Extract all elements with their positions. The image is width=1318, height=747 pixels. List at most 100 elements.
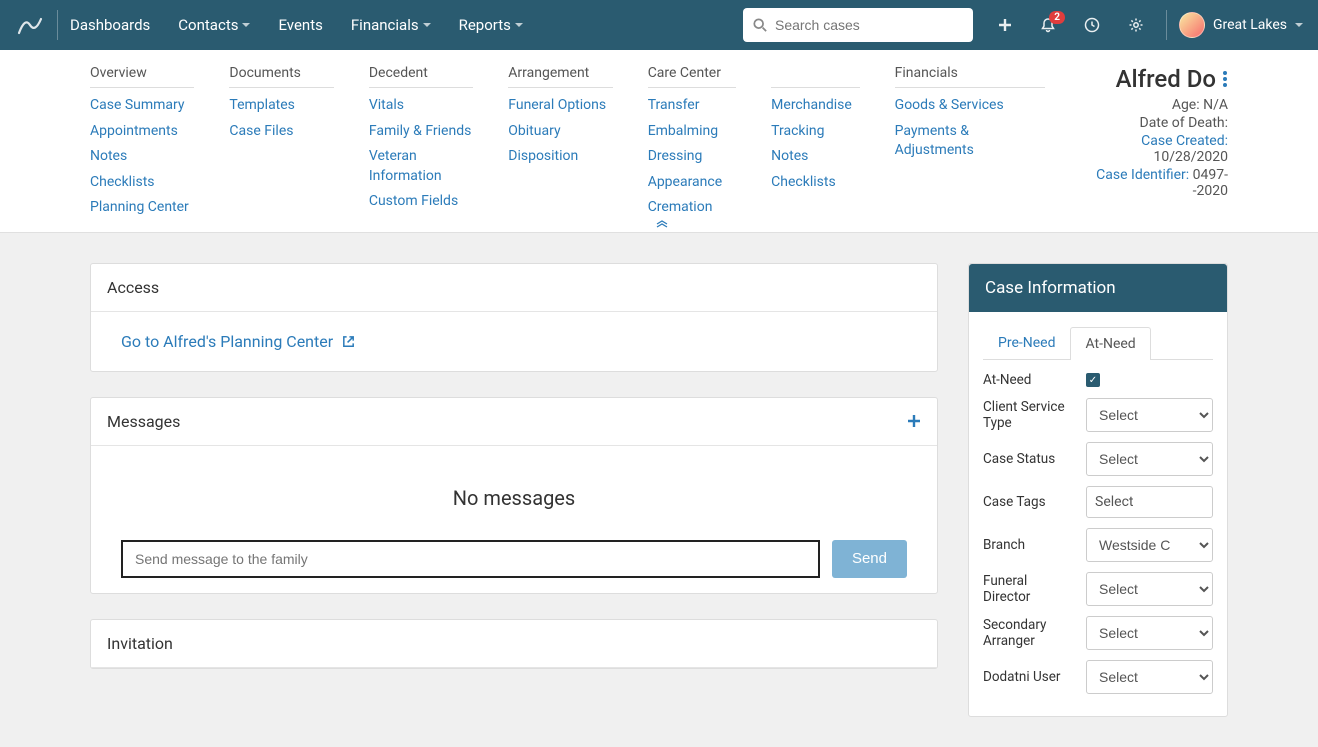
link-merchandise[interactable]: Merchandise xyxy=(771,96,859,116)
link-funeral-options[interactable]: Funeral Options xyxy=(508,96,612,116)
invitation-panel: Invitation xyxy=(90,619,938,669)
history-button[interactable] xyxy=(1084,17,1100,33)
subnav-heading: Documents xyxy=(229,65,333,88)
sidebar-heading: Case Information xyxy=(969,264,1227,312)
link-vitals[interactable]: Vitals xyxy=(369,96,473,116)
notification-badge: 2 xyxy=(1049,11,1065,24)
nav-dashboards[interactable]: Dashboards xyxy=(70,16,150,34)
subnav-col-care-center: Care Center Transfer Embalming Dressing … xyxy=(648,65,736,224)
messages-panel: Messages No messages Send xyxy=(90,397,938,594)
tab-at-need[interactable]: At-Need xyxy=(1070,327,1150,360)
field-client-service-type: Client Service Type Select xyxy=(983,398,1213,432)
link-notes[interactable]: Notes xyxy=(90,147,194,167)
field-branch: Branch Westside C xyxy=(983,528,1213,562)
field-at-need: At-Need ✓ xyxy=(983,372,1213,388)
case-information-sidebar: Case Information Pre-Need At-Need At-Nee… xyxy=(968,263,1228,717)
link-embalming[interactable]: Embalming xyxy=(648,122,736,142)
double-chevron-up-icon xyxy=(656,220,668,228)
avatar xyxy=(1179,12,1205,38)
nav-contacts[interactable]: Contacts xyxy=(178,16,250,34)
link-disposition[interactable]: Disposition xyxy=(508,147,612,167)
subnav-heading xyxy=(771,65,859,88)
link-planning-center[interactable]: Planning Center xyxy=(90,198,194,218)
link-transfer[interactable]: Transfer xyxy=(648,96,736,116)
send-button[interactable]: Send xyxy=(832,540,907,578)
nav-events[interactable]: Events xyxy=(278,16,322,34)
link-appearance[interactable]: Appearance xyxy=(648,173,736,193)
subnav-col-arrangement: Arrangement Funeral Options Obituary Dis… xyxy=(508,65,612,224)
search-container[interactable] xyxy=(743,8,973,42)
chevron-down-icon xyxy=(1295,23,1303,27)
at-need-checkbox[interactable]: ✓ xyxy=(1086,373,1100,387)
nav-reports[interactable]: Reports xyxy=(459,16,523,34)
planning-center-link[interactable]: Go to Alfred's Planning Center xyxy=(121,332,356,351)
user-menu[interactable]: Great Lakes xyxy=(1179,12,1303,38)
settings-button[interactable] xyxy=(1128,17,1144,33)
add-message-button[interactable] xyxy=(907,414,921,428)
link-tracking[interactable]: Tracking xyxy=(771,122,859,142)
field-dodatni-user: Dodatni User Select xyxy=(983,660,1213,694)
clock-icon xyxy=(1084,17,1100,33)
link-obituary[interactable]: Obituary xyxy=(508,122,612,142)
search-icon xyxy=(753,18,767,32)
more-vertical-icon[interactable] xyxy=(1222,70,1228,88)
link-case-files[interactable]: Case Files xyxy=(229,122,333,142)
plus-icon xyxy=(998,18,1012,32)
subnav-heading: Decedent xyxy=(369,65,473,88)
client-service-type-select[interactable]: Select xyxy=(1086,398,1213,432)
case-dod-row: Date of Death: xyxy=(1080,115,1228,131)
divider xyxy=(57,10,58,40)
subnav-col-overview: Overview Case Summary Appointments Notes… xyxy=(90,65,194,224)
link-checklists[interactable]: Checklists xyxy=(90,173,194,193)
link-payments-adjustments[interactable]: Payments & Adjustments xyxy=(895,122,1045,161)
message-compose-row: Send xyxy=(111,540,917,593)
no-messages-text: No messages xyxy=(111,466,917,540)
link-custom-fields[interactable]: Custom Fields xyxy=(369,192,473,212)
main-left-column: Access Go to Alfred's Planning Center Me… xyxy=(90,263,938,694)
dodatni-user-select[interactable]: Select xyxy=(1086,660,1213,694)
field-funeral-director: Funeral Director Select xyxy=(983,572,1213,606)
main-area: Access Go to Alfred's Planning Center Me… xyxy=(0,233,1318,747)
link-veteran-information[interactable]: Veteran Information xyxy=(369,147,473,186)
divider xyxy=(1166,10,1167,40)
subnav-col-financials: Financials Goods & Services Payments & A… xyxy=(895,65,1045,224)
link-case-summary[interactable]: Case Summary xyxy=(90,96,194,116)
link-notes-cc[interactable]: Notes xyxy=(771,147,859,167)
search-input[interactable] xyxy=(775,17,963,33)
external-link-icon xyxy=(341,334,356,349)
nav-financials[interactable]: Financials xyxy=(351,16,431,34)
field-secondary-arranger: Secondary Arranger Select xyxy=(983,616,1213,650)
notifications-button[interactable]: 2 xyxy=(1040,17,1056,33)
subnav-col-care-center-2: Merchandise Tracking Notes Checklists xyxy=(771,65,859,224)
message-input[interactable] xyxy=(121,540,820,578)
case-header-info: Alfred Do Age: N/A Date of Death: Case C… xyxy=(1080,65,1228,224)
tab-pre-need[interactable]: Pre-Need xyxy=(983,326,1070,359)
add-button[interactable] xyxy=(998,18,1012,32)
subnav-heading: Overview xyxy=(90,65,194,88)
link-templates[interactable]: Templates xyxy=(229,96,333,116)
plus-icon xyxy=(907,414,921,428)
link-goods-services[interactable]: Goods & Services xyxy=(895,96,1045,116)
chevron-down-icon xyxy=(515,23,523,27)
case-tags-input[interactable]: Select xyxy=(1086,486,1213,518)
link-dressing[interactable]: Dressing xyxy=(648,147,736,167)
invitation-panel-heading: Invitation xyxy=(91,620,937,668)
subnav-heading: Arrangement xyxy=(508,65,612,88)
app-logo-icon[interactable] xyxy=(15,10,45,40)
link-appointments[interactable]: Appointments xyxy=(90,122,194,142)
link-checklists-cc[interactable]: Checklists xyxy=(771,173,859,193)
case-status-select[interactable]: Select xyxy=(1086,442,1213,476)
branch-select[interactable]: Westside C xyxy=(1086,528,1213,562)
chevron-down-icon xyxy=(423,23,431,27)
funeral-director-select[interactable]: Select xyxy=(1086,572,1213,606)
sidebar-form: At-Need ✓ Client Service Type Select Cas… xyxy=(969,360,1227,716)
collapse-subnav-button[interactable] xyxy=(656,220,668,228)
case-age-row: Age: N/A xyxy=(1080,97,1228,113)
link-family-friends[interactable]: Family & Friends xyxy=(369,122,473,142)
gear-icon xyxy=(1128,17,1144,33)
link-cremation[interactable]: Cremation xyxy=(648,198,736,218)
chevron-down-icon xyxy=(242,23,250,27)
case-subnav: Overview Case Summary Appointments Notes… xyxy=(0,50,1318,233)
subnav-heading: Financials xyxy=(895,65,1045,88)
secondary-arranger-select[interactable]: Select xyxy=(1086,616,1213,650)
